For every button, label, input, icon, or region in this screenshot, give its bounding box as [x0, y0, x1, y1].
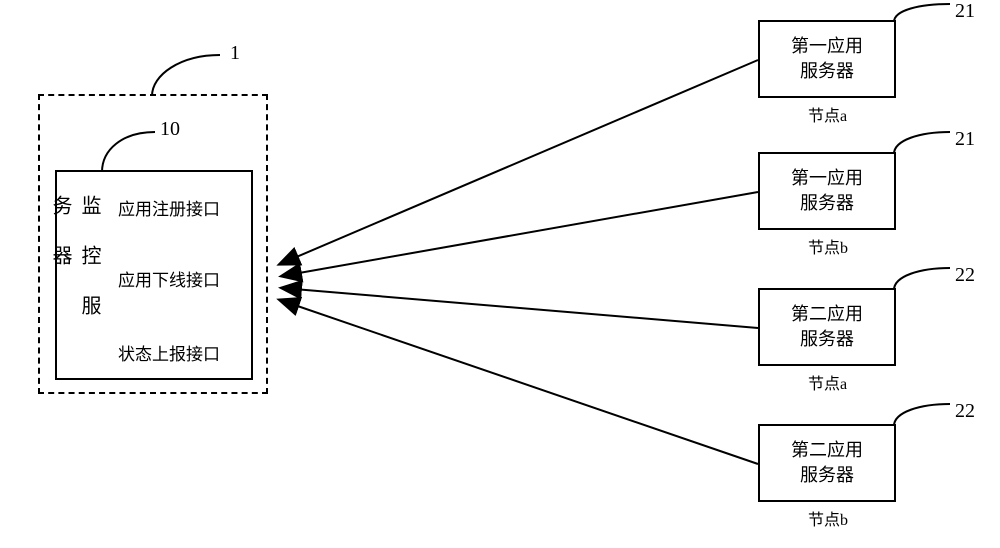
server-title-1-line1: 第一应用	[791, 34, 863, 59]
monitor-container-number: 1	[230, 42, 240, 65]
monitor-title: 监 控 服 务 器	[60, 195, 90, 365]
server-node-2: 节点b	[808, 234, 848, 258]
server-node-4: 节点b	[808, 506, 848, 530]
server-title-2-line1: 第一应用	[791, 166, 863, 191]
server-number-1: 21	[955, 0, 975, 23]
server-title-2-line2: 服务器	[800, 191, 854, 216]
server-number-4: 22	[955, 400, 975, 423]
monitor-inner-number: 10	[160, 118, 180, 141]
callout-line-monitor-container	[150, 50, 240, 100]
server-box-1: 第一应用 服务器	[758, 20, 896, 98]
server-node-3: 节点a	[808, 370, 847, 394]
server-title-3-line1: 第二应用	[791, 302, 863, 327]
interface-offline: 应用下线接口	[118, 266, 220, 291]
server-box-4: 第二应用 服务器	[758, 424, 896, 502]
server-title-3-line2: 服务器	[800, 327, 854, 352]
server-number-3: 22	[955, 264, 975, 287]
server-box-3: 第二应用 服务器	[758, 288, 896, 366]
server-node-1: 节点a	[808, 102, 847, 126]
server-title-4-line2: 服务器	[800, 463, 854, 488]
server-title-1-line2: 服务器	[800, 59, 854, 84]
server-title-4-line1: 第二应用	[791, 438, 863, 463]
server-number-2: 21	[955, 128, 975, 151]
interface-report: 状态上报接口	[118, 340, 220, 365]
server-box-2: 第一应用 服务器	[758, 152, 896, 230]
interface-register: 应用注册接口	[118, 195, 220, 220]
